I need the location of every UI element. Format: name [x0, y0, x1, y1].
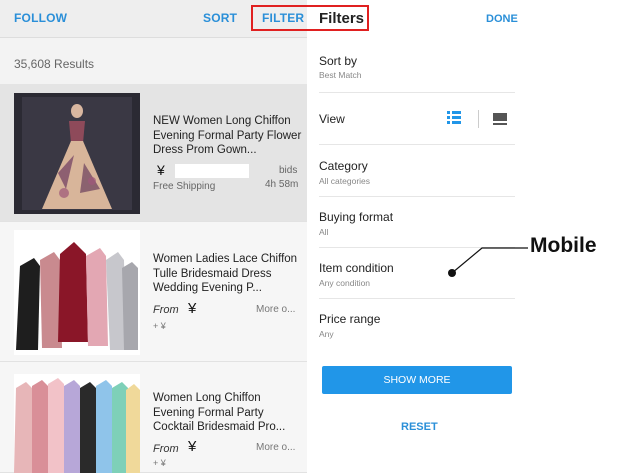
- filter-row-item-condition[interactable]: Item condition Any condition: [319, 248, 515, 299]
- time-left: 4h 58m: [265, 179, 299, 190]
- from-label: From: [153, 443, 179, 455]
- bids-label: bids: [279, 165, 298, 176]
- more-options-link[interactable]: More o...: [256, 304, 295, 315]
- price-currency: ¥: [188, 438, 197, 455]
- done-button[interactable]: DONE: [486, 13, 518, 25]
- listing-image: [14, 230, 140, 355]
- filter-label: Category: [319, 159, 368, 173]
- gallery-view-icon[interactable]: [493, 112, 507, 125]
- screen: FOLLOW SORT FILTER 35,608 Results NEW Wo…: [0, 0, 627, 473]
- from-label: From: [153, 304, 179, 316]
- follow-button[interactable]: FOLLOW: [14, 11, 67, 25]
- sort-button[interactable]: SORT: [203, 11, 237, 25]
- show-more-button[interactable]: SHOW MORE: [322, 366, 512, 394]
- listing-title: Women Ladies Lace Chiffon Tulle Bridesma…: [153, 253, 298, 294]
- annotation-label: Mobile: [530, 234, 597, 257]
- filter-row-sort-by[interactable]: Sort by Best Match: [319, 44, 515, 93]
- filter-label: Sort by: [319, 54, 358, 68]
- filter-highlight-box: [251, 5, 369, 31]
- price-value-redacted: [175, 164, 249, 178]
- reset-button[interactable]: RESET: [401, 421, 438, 433]
- listing-image: [14, 93, 140, 214]
- listing-item[interactable]: Women Long Chiffon Evening Formal Party …: [0, 362, 307, 473]
- shipping-cost: + ¥: [153, 458, 166, 468]
- filter-row-buying-format[interactable]: Buying format All: [319, 197, 515, 248]
- filter-value: Any condition: [319, 278, 371, 288]
- listing-image: [14, 374, 140, 473]
- filter-label: Item condition: [319, 261, 394, 275]
- filter-value: All: [319, 227, 329, 237]
- listing-title: Women Long Chiffon Evening Formal Party …: [153, 392, 286, 433]
- filters-panel: Filters DONE Sort by Best Match View Cat…: [307, 0, 537, 473]
- filter-label: Buying format: [319, 210, 394, 224]
- price-currency: ¥: [188, 300, 197, 317]
- price-currency: ¥: [157, 162, 165, 178]
- shipping-label: Free Shipping: [153, 181, 216, 192]
- filter-row-category[interactable]: Category All categories: [319, 145, 515, 197]
- filter-row-view: View: [319, 93, 515, 145]
- filter-value: Any: [319, 329, 334, 339]
- listing-title: NEW Women Long Chiffon Evening Formal Pa…: [153, 115, 302, 156]
- filter-value: All categories: [319, 176, 371, 186]
- listing-item[interactable]: Women Ladies Lace Chiffon Tulle Bridesma…: [0, 222, 307, 362]
- results-count: 35,608 Results: [14, 57, 95, 71]
- filter-label: Price range: [319, 312, 381, 326]
- listing-item[interactable]: NEW Women Long Chiffon Evening Formal Pa…: [0, 84, 307, 222]
- list-view-icon[interactable]: [447, 111, 461, 125]
- search-results-panel: FOLLOW SORT FILTER 35,608 Results NEW Wo…: [0, 0, 307, 473]
- more-options-link[interactable]: More o...: [256, 442, 295, 453]
- filter-value: Best Match: [319, 70, 362, 80]
- filter-row-price-range[interactable]: Price range Any: [319, 299, 515, 349]
- view-separator: [478, 110, 479, 128]
- shipping-cost: + ¥: [153, 321, 166, 331]
- filter-label: View: [319, 112, 345, 126]
